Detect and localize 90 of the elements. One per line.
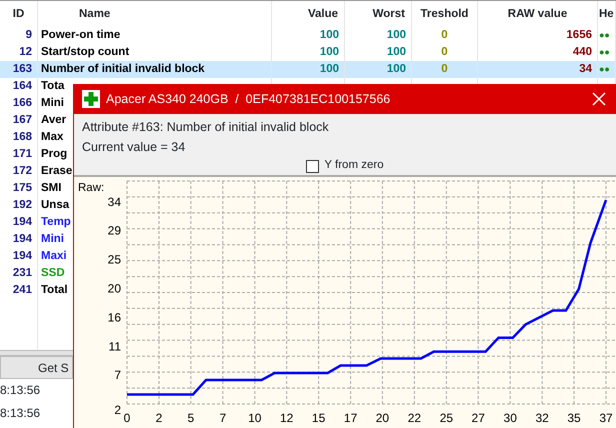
x-tick-label: 12 (280, 411, 294, 425)
table-cell: 194 (12, 250, 32, 262)
table-cell: 34 (579, 63, 592, 75)
checkbox-label: Y from zero (324, 158, 384, 174)
table-cell: 9 (26, 29, 32, 41)
table-cell: Tota (41, 80, 64, 92)
x-tick-label: 2 (156, 411, 162, 425)
table-cell: 100 (320, 63, 339, 75)
column-header[interactable]: Name (79, 8, 110, 20)
x-tick-label: 15 (312, 411, 326, 425)
table-cell: 231 (12, 267, 32, 279)
y-tick-label: 34 (108, 194, 121, 209)
table-cell: 194 (12, 216, 32, 228)
y-tick-label: 7 (114, 368, 121, 382)
column-header[interactable]: Value (308, 8, 338, 20)
checkbox[interactable] (306, 160, 320, 172)
column-header[interactable]: RAW value (508, 8, 568, 20)
table-cell: Aver (41, 114, 66, 126)
y-tick-label: 11 (108, 339, 121, 354)
table-cell: 100 (386, 46, 406, 58)
health-cross-icon (82, 90, 100, 108)
table-cell: 192 (12, 199, 32, 211)
x-tick-label: 0 (124, 411, 130, 425)
table-cell: 163 (12, 63, 32, 75)
table-cell: Prog (41, 148, 68, 160)
log-time: 8:13:56 (0, 406, 40, 420)
y-tick-label: 16 (108, 310, 121, 324)
close-icon (592, 92, 606, 106)
table-cell: 172 (12, 165, 32, 177)
table-cell: 440 (572, 46, 592, 58)
x-tick-label: 5 (187, 411, 194, 425)
table-cell: 100 (320, 46, 339, 58)
table-cell: Total (41, 284, 68, 296)
table-cell: Number of initial invalid block (41, 63, 205, 75)
table-cell: Start/stop count (41, 46, 130, 58)
y-tick-label: 2 (114, 403, 121, 417)
table-cell: 166 (12, 97, 32, 109)
x-tick-label: 30 (504, 411, 517, 425)
log-time: 8:13:56 (0, 383, 40, 397)
table-cell: 175 (12, 182, 32, 194)
axis-label: Raw: (78, 182, 104, 194)
table-cell: Temp (41, 216, 71, 228)
x-tick-label: 25 (440, 411, 454, 425)
x-tick-label: 20 (376, 411, 390, 425)
table-cell: Mini (41, 97, 64, 109)
column-header[interactable]: ID (12, 8, 24, 20)
column-header[interactable]: Worst (372, 8, 405, 20)
table-cell: 100 (386, 29, 406, 41)
y-tick-label: 20 (108, 281, 121, 296)
get-button[interactable]: Get S (0, 356, 73, 379)
window-title: Apacer AS340 240GB / 0EF407381EC100157566 (106, 90, 390, 108)
y-tick-label: 29 (108, 224, 121, 238)
table-cell: 171 (12, 148, 32, 160)
current-value-label: Current value = 34 (82, 140, 186, 154)
table-cell: Unsa (41, 199, 70, 211)
table-cell: 164 (12, 80, 32, 92)
table-cell: 0 (441, 63, 448, 75)
x-tick-label: 37 (599, 411, 613, 425)
table-cell: 168 (12, 131, 32, 143)
table-cell: 100 (320, 29, 339, 41)
table-cell: Max (41, 131, 64, 143)
x-tick-label: 7 (219, 411, 226, 425)
x-tick-label: 32 (536, 411, 549, 425)
table-cell: 0 (441, 46, 448, 58)
x-tick-label: 10 (248, 411, 262, 425)
selected-row[interactable]: 163 Number of initial invalid block 100 100 0 34 ●● (0, 61, 616, 78)
table-cell: 12 (19, 46, 32, 58)
x-tick-label: 17 (344, 411, 358, 425)
x-tick-label: 27 (472, 411, 485, 425)
y-tick-label: 25 (108, 252, 121, 267)
table-cell: 1656 (566, 29, 592, 41)
table-cell: Power-on time (41, 29, 120, 41)
x-tick-label: 22 (408, 411, 422, 425)
table-cell: Maxi (41, 250, 67, 262)
table-cell: SSD (41, 267, 65, 279)
table-cell: 241 (12, 284, 32, 296)
table-cell: Erase (41, 165, 72, 177)
attribute-label: Attribute #163: Number of initial invalid block (82, 120, 329, 134)
table-cell: 194 (12, 233, 32, 245)
column-header[interactable]: Treshold (420, 8, 468, 20)
table-cell: 167 (12, 114, 32, 126)
health-indicator: ●● (599, 64, 610, 74)
column-header[interactable]: He (599, 8, 614, 20)
health-indicator: ●● (599, 47, 610, 57)
table-cell: 100 (386, 63, 406, 75)
table-cell: SMI (41, 182, 62, 194)
x-tick-label: 35 (567, 411, 581, 425)
table-cell: Mini (41, 233, 64, 245)
health-indicator: ●● (599, 30, 610, 40)
table-cell: 0 (441, 29, 448, 41)
